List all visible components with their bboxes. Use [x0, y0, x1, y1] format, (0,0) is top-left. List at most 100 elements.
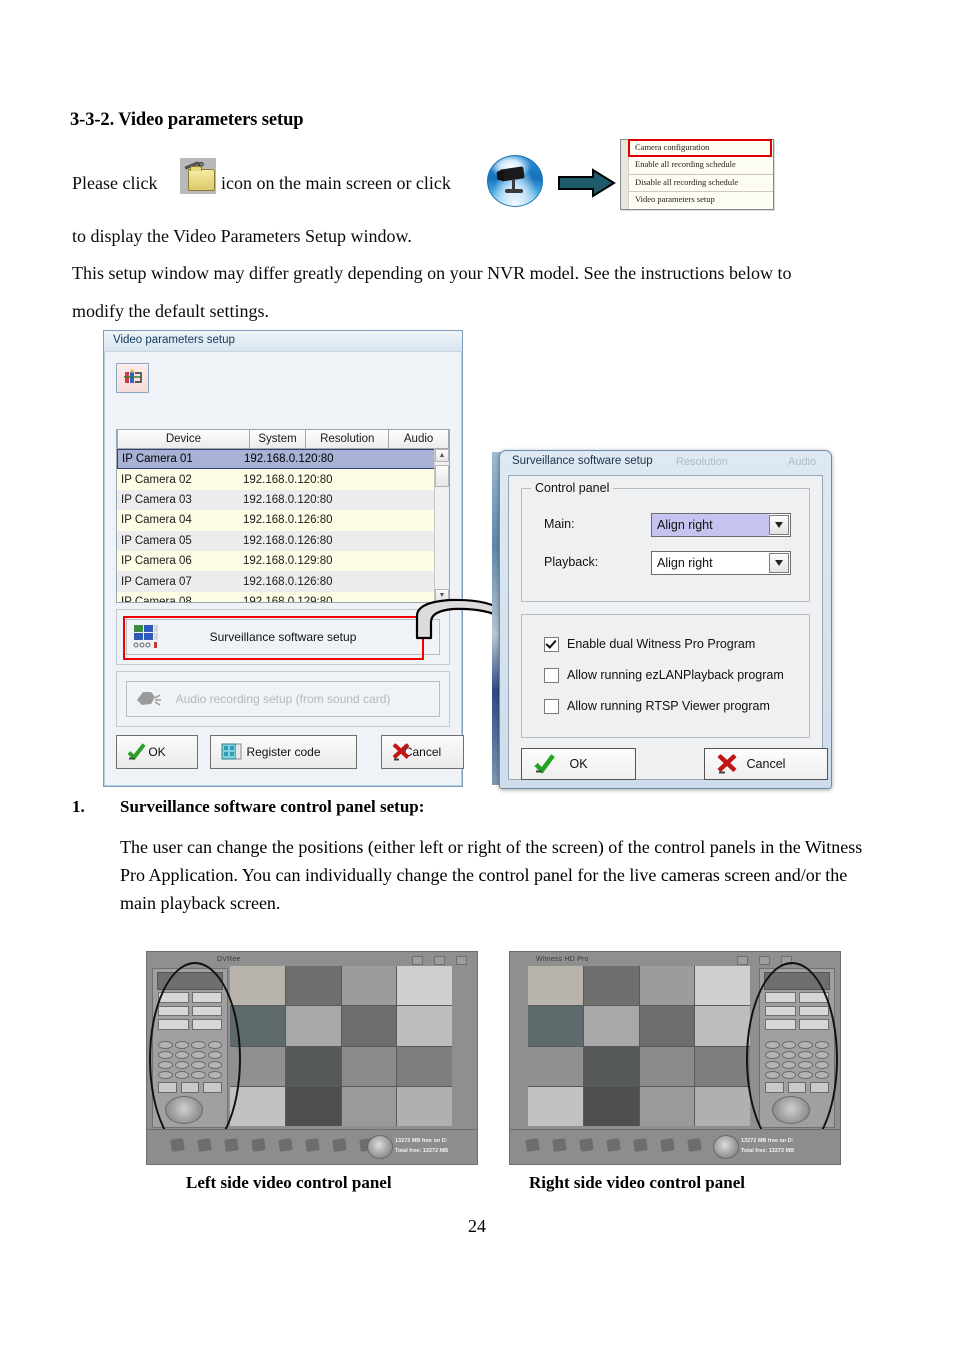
checkbox-ezlanplayback[interactable] [544, 667, 559, 683]
camera-cell[interactable] [528, 966, 583, 1006]
menu-item-enable-all-recording-schedule[interactable]: Enable all recording schedule [629, 157, 773, 173]
menu-item-camera-configuration[interactable]: Camera configuration [628, 138, 772, 158]
camera-cell[interactable] [639, 1006, 695, 1046]
snapshot-icon[interactable] [552, 1138, 567, 1152]
camera-context-menu[interactable]: Camera configuration Enable all recordin… [620, 138, 774, 210]
checkbox-dual-witness-pro[interactable] [544, 636, 559, 652]
camera-cell[interactable] [341, 1086, 397, 1126]
camera-cell[interactable] [583, 1086, 639, 1126]
main-align-dropdown[interactable]: Align right [651, 513, 791, 537]
playback-row: Playback: Align right [544, 551, 791, 575]
camera-cell[interactable] [639, 966, 695, 1006]
scrollbar-thumb[interactable] [435, 465, 449, 487]
camera-cell[interactable] [230, 966, 285, 1006]
record-icon[interactable] [525, 1138, 540, 1152]
maximize-icon[interactable] [759, 956, 770, 965]
minimize-icon[interactable] [737, 956, 748, 965]
column-header-audio[interactable]: Audio [389, 430, 449, 449]
cancel-button[interactable]: Cancel [704, 748, 828, 780]
playback-align-dropdown[interactable]: Align right [651, 551, 791, 575]
chevron-down-icon[interactable] [769, 515, 789, 535]
pan-icon[interactable] [633, 1138, 648, 1152]
camera-cell[interactable] [695, 1086, 750, 1126]
menu-item-disable-all-recording-schedule[interactable]: Disable all recording schedule [629, 175, 773, 191]
app-title-right: Witness HD Pro [536, 956, 589, 963]
table-row[interactable]: IP Camera 02 192.168.0.120:80 [117, 469, 435, 490]
network-icon[interactable] [224, 1138, 239, 1152]
camera-cell[interactable] [397, 1006, 452, 1046]
table-row[interactable]: IP Camera 07 192.168.0.126:80 [117, 571, 435, 592]
camera-cell[interactable] [341, 1046, 397, 1086]
camera-cell[interactable] [285, 966, 341, 1006]
settings-icon[interactable] [660, 1138, 675, 1152]
network-icon[interactable] [579, 1138, 594, 1152]
cell-address: 192.168.0.129:80 [243, 595, 333, 602]
camera-cell[interactable] [639, 1086, 695, 1126]
control-panel-legend: Control panel [531, 481, 614, 495]
camera-cell[interactable] [528, 1046, 583, 1086]
camera-cell[interactable] [695, 1046, 750, 1086]
camera-cell[interactable] [397, 1086, 452, 1126]
menu-item-video-parameters-setup[interactable]: Video parameters setup [629, 192, 773, 208]
settings-icon[interactable] [305, 1138, 320, 1152]
camera-cell[interactable] [695, 1006, 750, 1046]
chevron-down-icon[interactable] [769, 553, 789, 573]
audio-recording-setup-button: Audio recording setup (from sound card) [126, 681, 440, 717]
checkbox-label-ezlanplayback: Allow running ezLANPlayback program [567, 668, 784, 682]
checkbox-row-ezlanplayback[interactable]: Allow running ezLANPlayback program [544, 666, 784, 684]
camera-cell[interactable] [230, 1086, 285, 1126]
add-device-toolbar-button[interactable] [116, 363, 149, 393]
scroll-up-arrow-icon[interactable]: ▲ [435, 449, 449, 462]
camera-cell[interactable] [639, 1046, 695, 1086]
table-row[interactable]: IP Camera 06 192.168.0.129:80 [117, 550, 435, 572]
column-header-device[interactable]: Device [117, 430, 250, 449]
column-header-system[interactable]: System [249, 430, 307, 449]
camera-cell[interactable] [397, 966, 452, 1006]
audio-icon[interactable] [687, 1138, 702, 1152]
table-row[interactable]: IP Camera 03 192.168.0.120:80 [117, 489, 435, 511]
camera-cell[interactable] [583, 966, 639, 1006]
checkbox-rtsp-viewer[interactable] [544, 698, 559, 714]
camera-cell[interactable] [285, 1086, 341, 1126]
table-row[interactable]: IP Camera 05 192.168.0.126:80 [117, 530, 435, 551]
table-row[interactable]: IP Camera 01 192.168.0.120:80 [117, 449, 435, 470]
window-buttons-left [412, 956, 467, 965]
maximize-icon[interactable] [434, 956, 445, 965]
camera-cell[interactable] [285, 1006, 341, 1046]
camera-cell[interactable] [397, 1046, 452, 1086]
cancel-button[interactable]: Cancel [381, 735, 464, 769]
status-toolbar-right[interactable] [525, 1138, 729, 1152]
register-code-button[interactable]: Register code [210, 735, 357, 769]
camera-cell[interactable] [583, 1006, 639, 1046]
status-toolbar-left[interactable] [170, 1138, 374, 1152]
table-vertical-scrollbar[interactable]: ▲ ▼ [434, 449, 449, 602]
checkbox-row-dual-witness-pro[interactable]: Enable dual Witness Pro Program [544, 635, 755, 653]
ok-button[interactable]: OK [521, 748, 636, 780]
camera-cell[interactable] [341, 966, 397, 1006]
camera-cell[interactable] [583, 1046, 639, 1086]
red-x-icon [392, 743, 410, 761]
camera-cell[interactable] [695, 966, 750, 1006]
search-icon[interactable] [606, 1138, 621, 1152]
column-header-resolution[interactable]: Resolution [306, 430, 390, 449]
ok-button[interactable]: OK [116, 735, 198, 769]
cell-device: IP Camera 01 [122, 453, 193, 466]
record-icon[interactable] [170, 1138, 185, 1152]
dialog-button-row: OK Register code Cancel [116, 735, 464, 769]
camera-cell[interactable] [285, 1046, 341, 1086]
caption-left: Left side video control panel [186, 1173, 392, 1192]
camera-cell[interactable] [341, 1006, 397, 1046]
dialog-title: Video parameters setup [104, 331, 462, 352]
table-row[interactable]: IP Camera 08 192.168.0.129:80 [117, 591, 435, 602]
search-icon[interactable] [251, 1138, 266, 1152]
close-icon[interactable] [456, 956, 467, 965]
camera-cell[interactable] [528, 1006, 583, 1046]
table-row[interactable]: IP Camera 04 192.168.0.126:80 [117, 510, 435, 531]
pan-icon[interactable] [278, 1138, 293, 1152]
checkbox-row-rtsp-viewer[interactable]: Allow running RTSP Viewer program [544, 697, 770, 715]
audio-icon[interactable] [332, 1138, 347, 1152]
camera-cell[interactable] [528, 1086, 583, 1126]
snapshot-icon[interactable] [197, 1138, 212, 1152]
minimize-icon[interactable] [412, 956, 423, 965]
surveillance-software-setup-button[interactable]: Surveillance software setup [126, 619, 440, 655]
